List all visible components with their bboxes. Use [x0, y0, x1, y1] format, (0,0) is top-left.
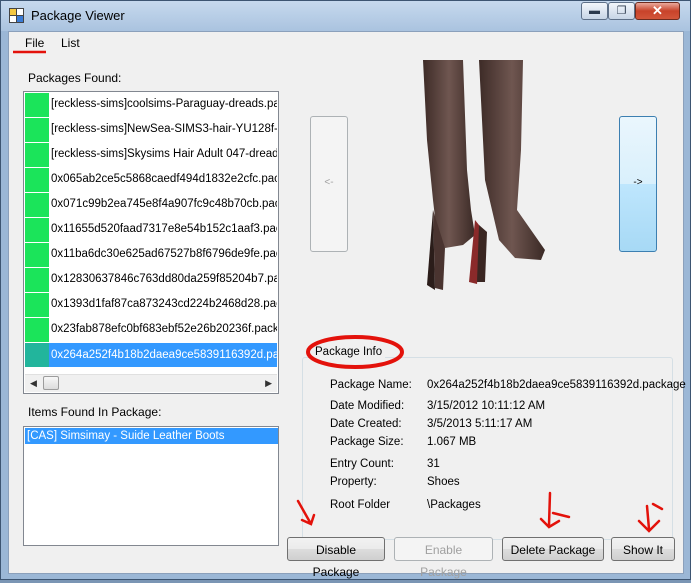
annotation-arrow-show	[637, 502, 664, 533]
annotation-overlay	[13, 50, 664, 533]
package-viewer-window: Package Viewer ▬ ❐ ✕ File List Packages …	[0, 0, 691, 580]
annotation-arrow-disable	[296, 499, 316, 526]
annotation-ellipse	[306, 335, 404, 369]
annotation-arrow-delete	[539, 491, 571, 529]
